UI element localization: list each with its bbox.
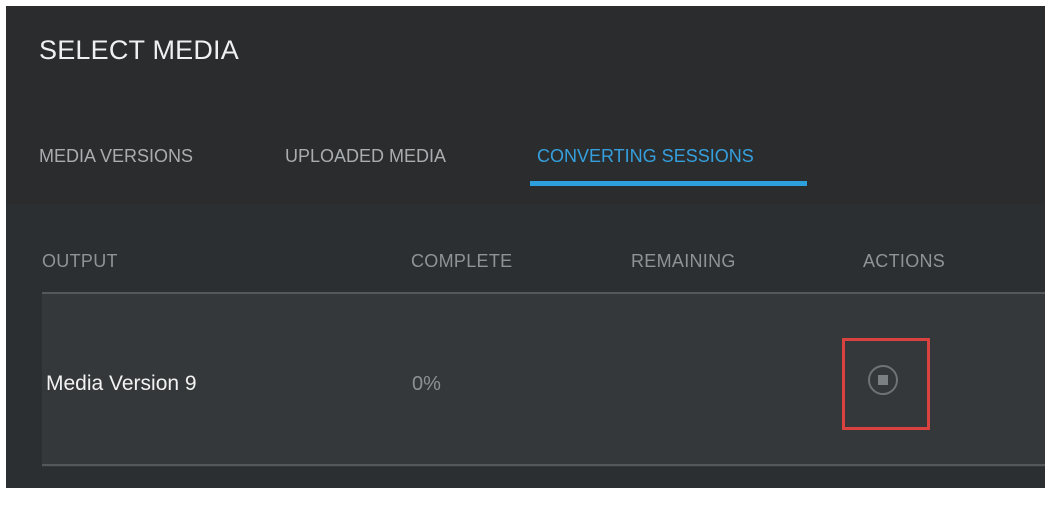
dialog-title: SELECT MEDIA (39, 35, 239, 65)
column-header-output: OUTPUT (42, 251, 118, 271)
select-media-dialog: SELECT MEDIA MEDIA VERSIONS UPLOADED MED… (6, 6, 1045, 488)
row-divider (42, 464, 1045, 466)
dialog-header: SELECT MEDIA MEDIA VERSIONS UPLOADED MED… (6, 6, 1045, 204)
stop-square (878, 375, 888, 385)
cell-output: Media Version 9 (46, 372, 197, 395)
column-header-actions: ACTIONS (863, 251, 946, 271)
tab-uploaded-media[interactable]: UPLOADED MEDIA (285, 146, 446, 167)
tab-media-versions[interactable]: MEDIA VERSIONS (39, 146, 193, 167)
active-tab-indicator (530, 181, 807, 186)
column-header-remaining: REMAINING (631, 251, 736, 271)
tab-converting-sessions[interactable]: CONVERTING SESSIONS (537, 146, 754, 167)
cell-complete: 0% (412, 373, 441, 395)
row-divider (42, 292, 1045, 294)
stop-icon[interactable] (868, 365, 898, 395)
column-header-complete: COMPLETE (411, 251, 513, 271)
